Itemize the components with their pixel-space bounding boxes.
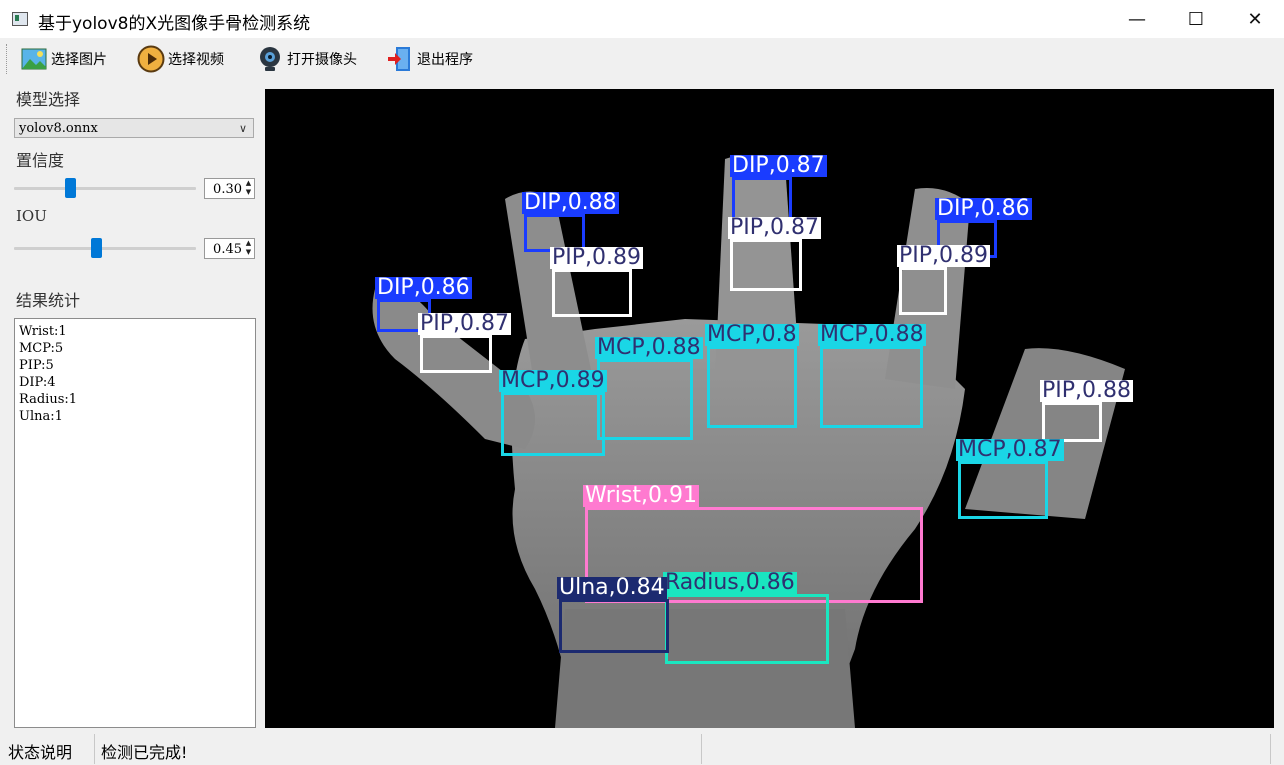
chevron-down-icon: ∨ [238, 122, 247, 135]
detection-box [730, 239, 802, 291]
detection-label: DIP,0.88 [522, 190, 619, 215]
status-message: 检测已完成! [101, 743, 188, 762]
iou-label: IOU [16, 207, 47, 225]
close-button[interactable]: ✕ [1226, 0, 1284, 38]
spin-arrows-icon[interactable]: ▲ ▼ [243, 179, 254, 198]
confidence-slider[interactable] [14, 178, 196, 198]
detection-label: DIP,0.86 [375, 275, 472, 300]
status-separator [701, 734, 702, 764]
detection-label: Radius,0.86 [663, 570, 797, 595]
window-title: 基于yolov8的X光图像手骨检测系统 [38, 14, 311, 34]
toolbar: 选择图片 选择视频 打开摄像头 退出程序 [0, 38, 1284, 80]
detection-label: MCP,0.89 [499, 368, 607, 393]
detection-label: DIP,0.87 [730, 153, 827, 178]
open-camera-label: 打开摄像头 [287, 52, 357, 68]
results-textbox[interactable]: Wrist:1 MCP:5 PIP:5 DIP:4 Radius:1 Ulna:… [14, 318, 256, 728]
minimize-icon: — [1128, 8, 1146, 30]
detection-label: PIP,0.89 [897, 243, 990, 268]
result-line: DIP:4 [19, 375, 56, 390]
app-icon [12, 12, 28, 26]
select-video-label: 选择视频 [168, 52, 224, 68]
detection-label: PIP,0.88 [1040, 378, 1133, 403]
maximize-button[interactable]: ☐ [1167, 0, 1225, 38]
confidence-value: 0.30 [213, 182, 242, 197]
webcam-icon [256, 45, 284, 73]
exit-label: 退出程序 [417, 52, 473, 68]
select-image-button[interactable]: 选择图片 [20, 42, 107, 76]
toolbar-grip[interactable] [6, 44, 9, 74]
result-line: Wrist:1 [19, 324, 67, 339]
iou-slider-handle[interactable] [91, 238, 102, 258]
detection-box [597, 359, 693, 440]
confidence-spinbox[interactable]: 0.30 ▲ ▼ [204, 178, 255, 199]
detection-box [420, 335, 492, 373]
close-icon: ✕ [1247, 8, 1263, 30]
detection-box [665, 594, 829, 664]
play-icon [137, 45, 165, 73]
detection-box [501, 392, 605, 456]
status-separator [94, 734, 95, 764]
detection-label: MCP,0.88 [595, 335, 703, 360]
status-bar: 状态说明 检测已完成! [0, 732, 1284, 765]
detection-label: MCP,0.88 [818, 322, 926, 347]
detection-label: PIP,0.87 [418, 311, 511, 336]
results-label: 结果统计 [16, 291, 81, 310]
image-icon [20, 45, 48, 73]
detection-label: PIP,0.89 [550, 245, 643, 270]
iou-slider-track [14, 247, 196, 250]
xray-image-view: DIP,0.88 DIP,0.86 DIP,0.87 DIP,0.86 PIP,0.87… [265, 89, 1274, 728]
detection-label: PIP,0.87 [728, 215, 821, 240]
select-video-button[interactable]: 选择视频 [137, 42, 224, 76]
confidence-label: 置信度 [16, 151, 65, 170]
model-select-label: 模型选择 [16, 90, 81, 109]
detection-box [732, 177, 792, 220]
detection-label: MCP,0.87 [956, 437, 1064, 462]
open-camera-button[interactable]: 打开摄像头 [256, 42, 357, 76]
iou-spinbox[interactable]: 0.45 ▲ ▼ [204, 238, 255, 259]
result-line: Radius:1 [19, 392, 78, 407]
model-select-value: yolov8.onnx [19, 121, 98, 136]
title-bar: 基于yolov8的X光图像手骨检测系统 — ☐ ✕ [0, 0, 1284, 38]
detection-box [820, 346, 923, 428]
spin-arrows-icon[interactable]: ▲ ▼ [243, 239, 254, 258]
iou-slider[interactable] [14, 238, 196, 258]
detection-label: DIP,0.86 [935, 196, 1032, 221]
detection-box [958, 461, 1048, 519]
detection-label: Wrist,0.91 [583, 483, 699, 508]
result-line: PIP:5 [19, 358, 54, 373]
detection-box [552, 269, 632, 317]
maximize-icon: ☐ [1187, 8, 1205, 30]
detection-box [707, 346, 797, 428]
iou-value: 0.45 [213, 242, 242, 257]
detection-box [899, 267, 947, 315]
status-separator [1270, 734, 1271, 764]
detection-box [1042, 402, 1102, 442]
model-select[interactable]: yolov8.onnx ∨ [14, 118, 254, 138]
confidence-slider-handle[interactable] [65, 178, 76, 198]
result-line: Ulna:1 [19, 409, 63, 424]
exit-icon [386, 45, 414, 73]
minimize-button[interactable]: — [1108, 0, 1166, 38]
result-line: MCP:5 [19, 341, 64, 356]
detection-box [559, 599, 669, 653]
status-label: 状态说明 [8, 743, 73, 762]
detection-label: MCP,0.8 [705, 322, 799, 347]
confidence-slider-track [14, 187, 196, 190]
control-panel: 模型选择 yolov8.onnx ∨ 置信度 0.30 ▲ ▼ IOU 0.45 … [0, 80, 264, 732]
exit-button[interactable]: 退出程序 [386, 42, 473, 76]
select-image-label: 选择图片 [51, 52, 107, 68]
detection-label: Ulna,0.84 [557, 575, 667, 600]
